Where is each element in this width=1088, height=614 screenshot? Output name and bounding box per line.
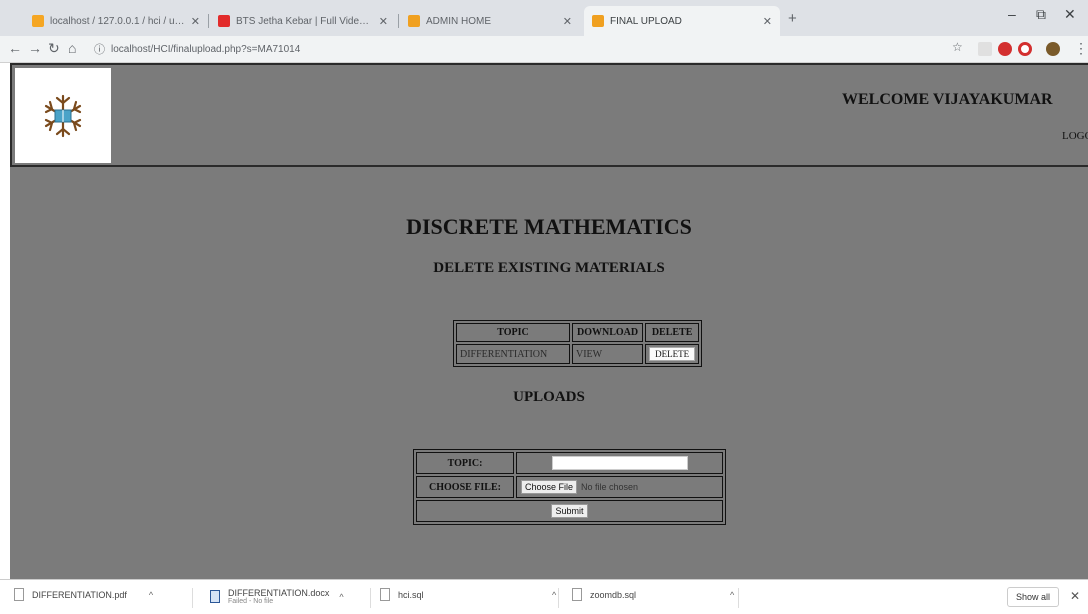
tab-title: BTS Jetha Kebar | Full Video So... bbox=[236, 15, 373, 27]
topic-input[interactable] bbox=[551, 456, 688, 470]
file-input[interactable]: Choose File No file chosen bbox=[521, 480, 718, 494]
delete-button[interactable]: DELETE bbox=[649, 347, 696, 361]
page-body: WELCOME VIJAYAKUMAR LOGOUT DISCRETE MATH… bbox=[10, 63, 1088, 579]
site-info-icon[interactable]: ⓘ bbox=[94, 41, 105, 57]
close-tab-icon[interactable]: ✕ bbox=[563, 15, 572, 28]
file-icon bbox=[380, 588, 390, 601]
page-favicon-icon bbox=[592, 15, 604, 27]
tab-separator bbox=[208, 14, 209, 28]
new-tab-icon[interactable]: + bbox=[788, 10, 797, 27]
forward-icon[interactable]: → bbox=[28, 40, 42, 56]
file-row: CHOOSE FILE: Choose File No file chosen bbox=[416, 476, 723, 498]
logo bbox=[15, 68, 111, 163]
chevron-up-icon[interactable]: ^ bbox=[552, 590, 556, 600]
download-separator bbox=[370, 588, 371, 608]
download-item[interactable]: DIFFERENTIATION.pdf ^ bbox=[14, 588, 153, 601]
column-header-topic: TOPIC bbox=[456, 323, 570, 342]
uploads-heading: UPLOADS bbox=[513, 389, 585, 405]
subject-title: DISCRETE MATHEMATICS bbox=[406, 214, 692, 239]
close-downloads-bar-icon[interactable]: ✕ bbox=[1070, 589, 1080, 603]
download-filename: DIFFERENTIATION.docx bbox=[228, 588, 330, 598]
choose-file-label: CHOOSE FILE: bbox=[416, 476, 514, 498]
browser-tab-youtube[interactable]: BTS Jetha Kebar | Full Video So... ✕ bbox=[210, 6, 396, 36]
tab-title: localhost / 127.0.0.1 / hci / upl... bbox=[50, 15, 185, 27]
reload-icon[interactable]: ↻ bbox=[48, 40, 60, 57]
site-header: WELCOME VIJAYAKUMAR LOGOUT bbox=[10, 63, 1088, 167]
download-status: Failed - No file bbox=[228, 598, 274, 605]
upload-form-table: TOPIC: CHOOSE FILE: Choose File No file … bbox=[413, 449, 726, 525]
browser-tab-phpmyadmin[interactable]: localhost / 127.0.0.1 / hci / upl... ✕ bbox=[24, 6, 208, 36]
word-file-icon bbox=[210, 590, 220, 603]
menu-kebab-icon[interactable]: ⋮ bbox=[1074, 40, 1088, 57]
close-tab-icon[interactable]: ✕ bbox=[763, 15, 772, 28]
submit-row: Submit bbox=[416, 500, 723, 522]
chevron-up-icon[interactable]: ^ bbox=[339, 592, 343, 602]
minimize-icon[interactable]: – bbox=[1008, 6, 1016, 22]
material-topic: DIFFERENTIATION bbox=[456, 344, 570, 364]
submit-button[interactable]: Submit bbox=[551, 504, 588, 518]
download-filename: zoomdb.sql bbox=[590, 589, 637, 600]
download-filename: hci.sql bbox=[398, 589, 424, 600]
download-item[interactable]: zoomdb.sql ^ bbox=[572, 588, 734, 601]
address-bar[interactable]: ⓘ localhost/HCI/finalupload.php?s=MA7101… bbox=[94, 39, 914, 59]
home-icon[interactable]: ⌂ bbox=[68, 40, 76, 56]
materials-table: TOPIC DOWNLOAD DELETE DIFFERENTIATION VI… bbox=[453, 320, 703, 367]
delete-materials-heading: DELETE EXISTING MATERIALS bbox=[433, 260, 665, 276]
submit-cell: Submit bbox=[416, 500, 723, 522]
snowflake-book-logo-icon bbox=[44, 94, 82, 137]
download-separator bbox=[738, 588, 739, 608]
restore-icon[interactable]: ⧉ bbox=[1036, 6, 1046, 23]
file-input-cell: Choose File No file chosen bbox=[516, 476, 723, 498]
tab-title: FINAL UPLOAD bbox=[610, 15, 682, 27]
profile-avatar-icon[interactable] bbox=[1046, 42, 1060, 56]
opera-extension-icon[interactable] bbox=[1018, 42, 1032, 56]
welcome-message: WELCOME VIJAYAKUMAR bbox=[842, 91, 1053, 108]
adblock-extension-icon[interactable] bbox=[998, 42, 1012, 56]
delete-cell: DELETE bbox=[645, 344, 700, 364]
column-header-delete: DELETE bbox=[645, 323, 700, 342]
view-link[interactable]: VIEW bbox=[572, 344, 644, 364]
downloads-bar: DIFFERENTIATION.pdf ^ DIFFERENTIATION.do… bbox=[0, 579, 1088, 614]
phpmyadmin-favicon-icon bbox=[32, 15, 44, 27]
no-file-chosen-text: No file chosen bbox=[581, 482, 639, 492]
extension-icon[interactable] bbox=[978, 42, 992, 56]
browser-toolbar: ← → ↻ ⌂ ⓘ localhost/HCI/finalupload.php?… bbox=[0, 36, 1088, 63]
topic-row: TOPIC: bbox=[416, 452, 723, 474]
download-filename: DIFFERENTIATION.pdf bbox=[32, 589, 127, 600]
download-separator bbox=[192, 588, 193, 608]
back-icon[interactable]: ← bbox=[8, 40, 22, 56]
choose-file-button[interactable]: Choose File bbox=[521, 480, 578, 494]
chevron-up-icon[interactable]: ^ bbox=[730, 590, 734, 600]
tab-title: ADMIN HOME bbox=[426, 15, 491, 27]
logout-link[interactable]: LOGOUT bbox=[1062, 130, 1088, 142]
youtube-favicon-icon bbox=[218, 15, 230, 27]
close-tab-icon[interactable]: ✕ bbox=[379, 15, 388, 28]
column-header-download: DOWNLOAD bbox=[572, 323, 644, 342]
file-icon bbox=[14, 588, 24, 601]
browser-tab-strip: localhost / 127.0.0.1 / hci / upl... ✕ B… bbox=[0, 0, 1088, 36]
download-text: DIFFERENTIATION.docx Failed - No file bbox=[228, 588, 329, 605]
bookmark-star-icon[interactable]: ☆ bbox=[952, 40, 963, 54]
download-separator bbox=[558, 588, 559, 608]
window-close-icon[interactable]: ✕ bbox=[1064, 6, 1076, 23]
download-item[interactable]: hci.sql ^ bbox=[380, 588, 556, 601]
close-tab-icon[interactable]: ✕ bbox=[191, 15, 200, 28]
file-icon bbox=[572, 588, 582, 601]
url-text: localhost/HCI/finalupload.php?s=MA71014 bbox=[111, 43, 301, 55]
topic-input-cell bbox=[516, 452, 723, 474]
table-row: DIFFERENTIATION VIEW DELETE bbox=[456, 344, 700, 364]
topic-label: TOPIC: bbox=[416, 452, 514, 474]
browser-tab-admin-home[interactable]: ADMIN HOME ✕ bbox=[400, 6, 580, 36]
download-item[interactable]: DIFFERENTIATION.docx Failed - No file ^ bbox=[210, 588, 344, 605]
tab-separator bbox=[398, 14, 399, 28]
table-header-row: TOPIC DOWNLOAD DELETE bbox=[456, 323, 700, 342]
chevron-up-icon[interactable]: ^ bbox=[149, 590, 153, 600]
page-favicon-icon bbox=[408, 15, 420, 27]
browser-tab-final-upload[interactable]: FINAL UPLOAD ✕ bbox=[584, 6, 780, 36]
show-all-downloads-button[interactable]: Show all bbox=[1007, 587, 1059, 607]
